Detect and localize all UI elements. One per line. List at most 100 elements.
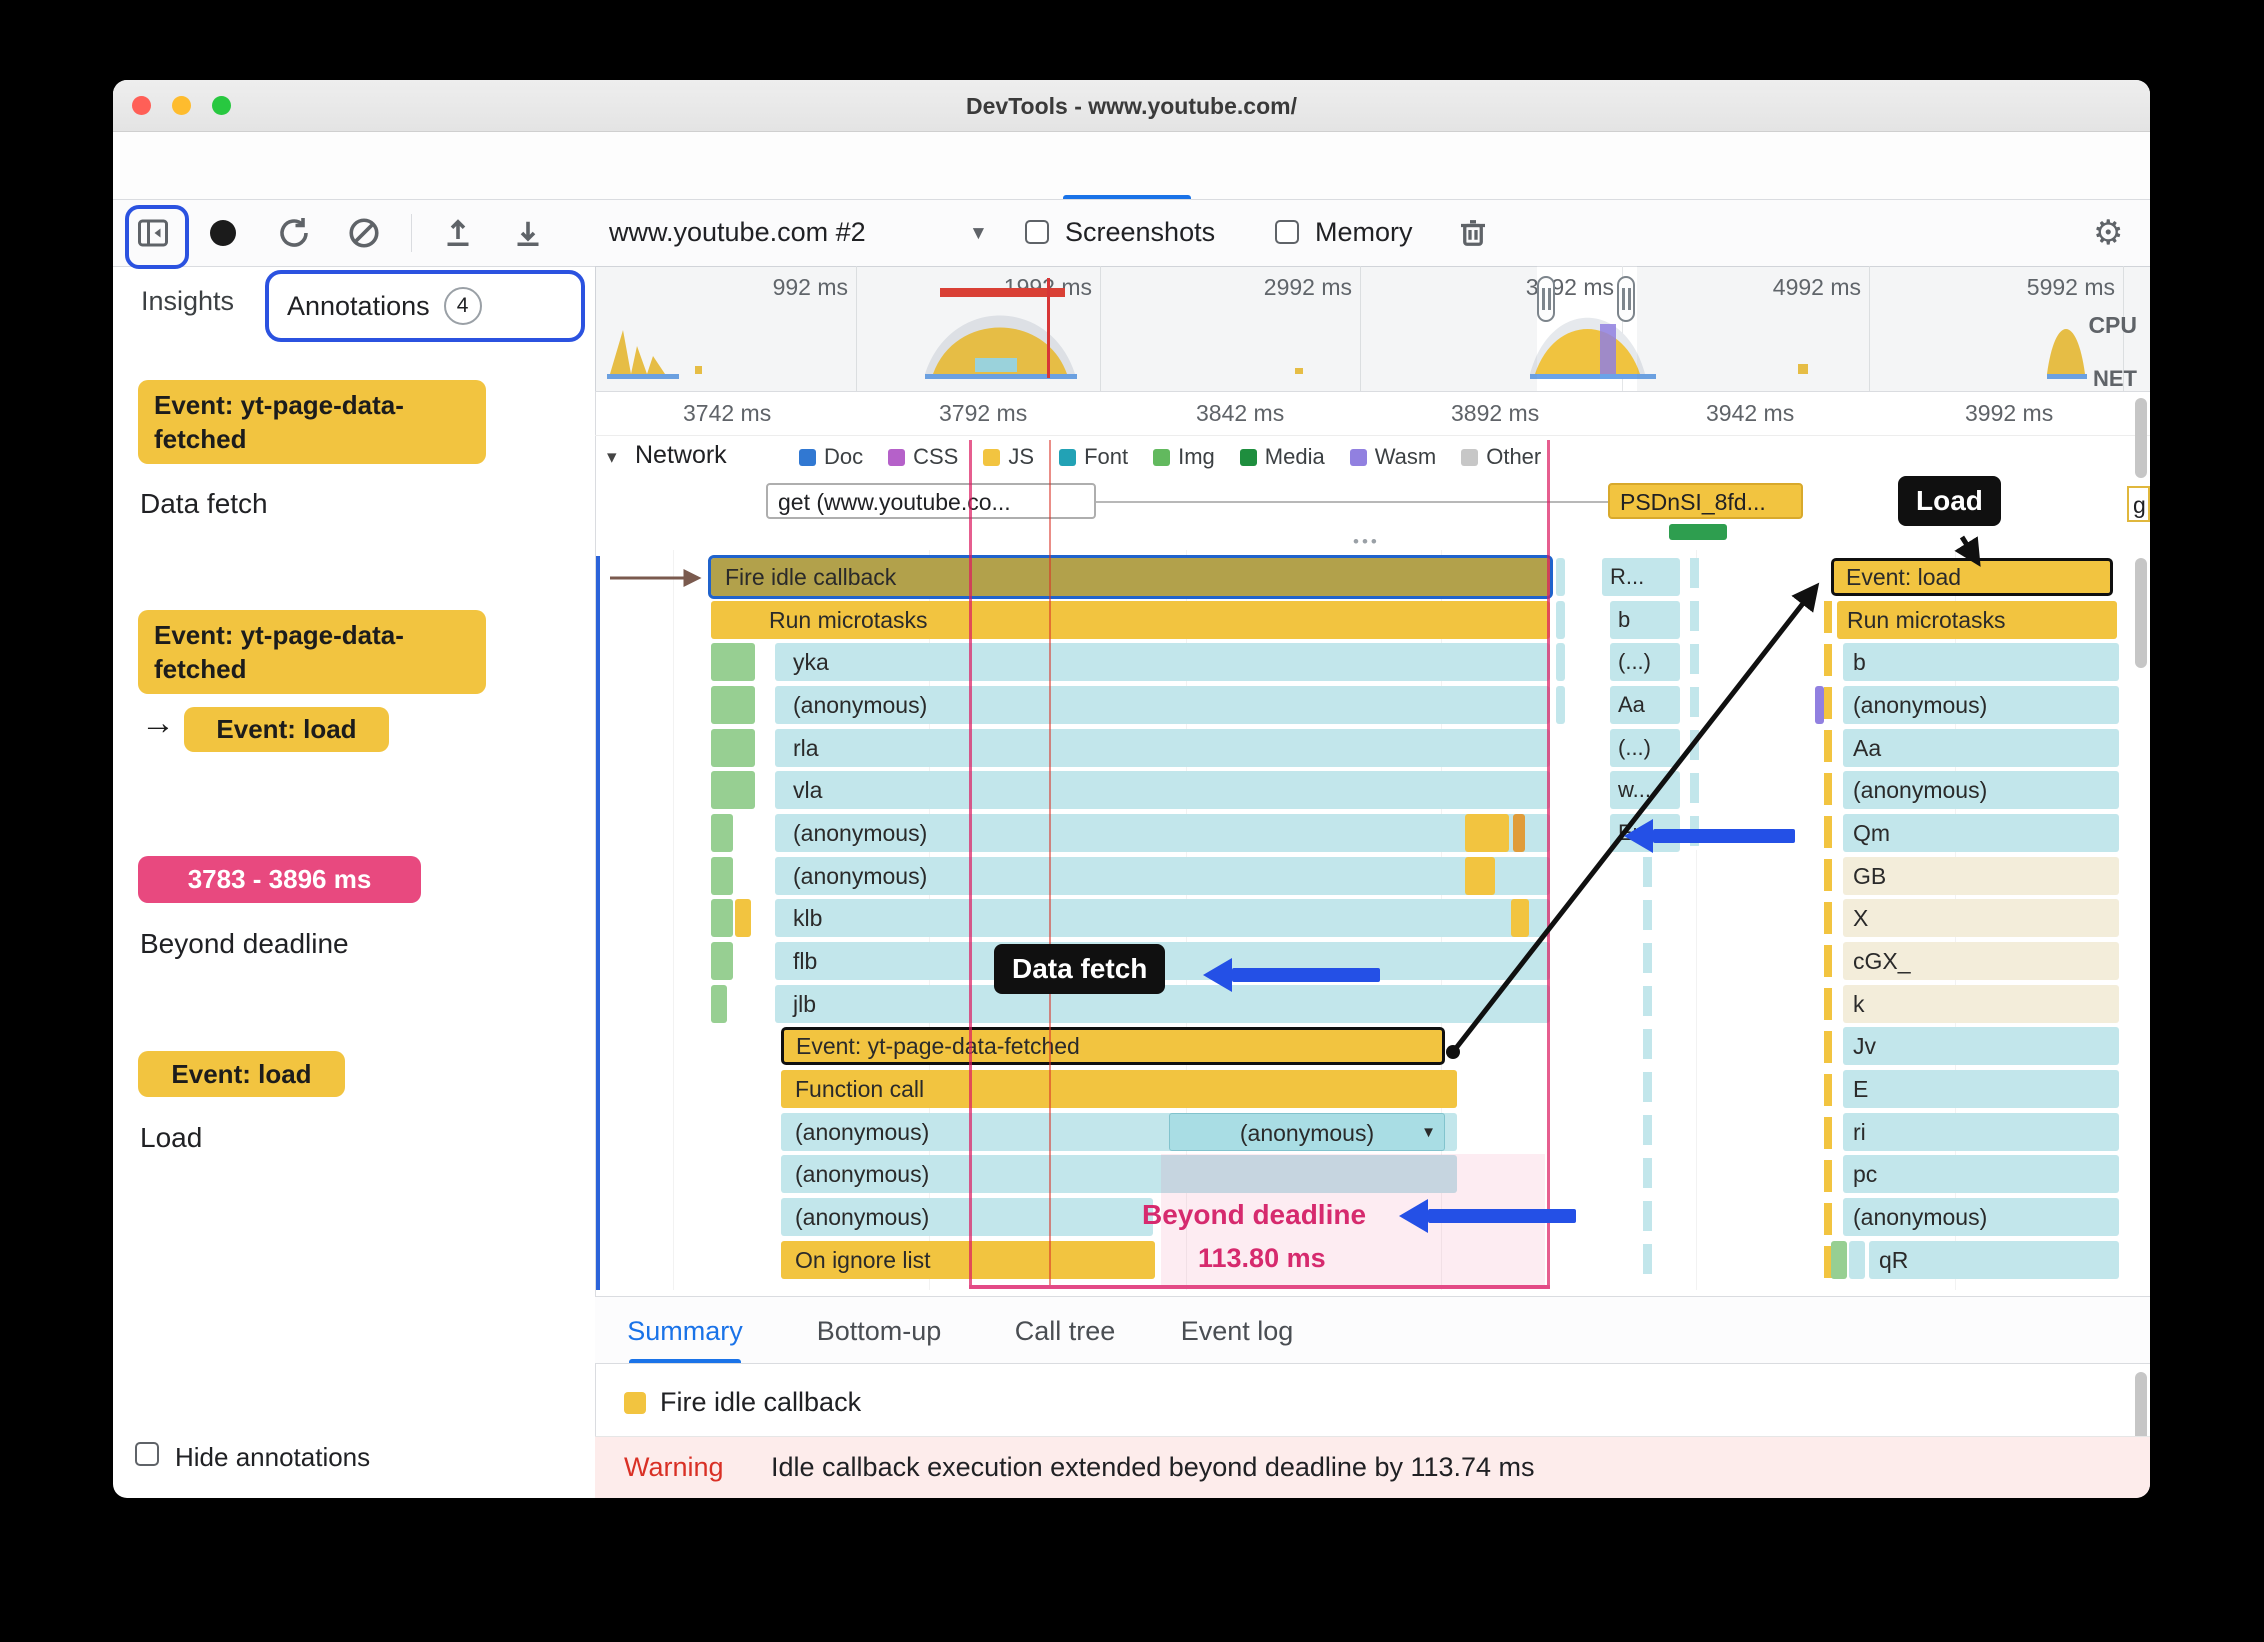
blue-arrow-head-icon [1399, 1199, 1428, 1233]
flame-bar[interactable]: X [1843, 899, 2119, 937]
flame-bar[interactable]: cGX_ [1843, 942, 2119, 980]
flame-bar[interactable]: (anonymous) [775, 686, 1550, 724]
history-select[interactable]: www.youtube.com #2 [609, 217, 866, 248]
hide-annotations-label[interactable]: Hide annotations [175, 1442, 370, 1473]
flame-bar[interactable]: vla [775, 771, 1550, 809]
flame-bar[interactable]: yka [775, 643, 1550, 681]
ruler-bottom-border [595, 435, 2150, 436]
legend-swatch [799, 448, 816, 466]
memory-checkbox-label[interactable]: Memory [1315, 217, 1413, 248]
summary-event-swatch [624, 1392, 646, 1414]
flame-bar[interactable]: (anonymous) [775, 814, 1550, 852]
flame-bar[interactable]: Fire idle callback [708, 555, 1553, 599]
sidebar-tab-annotations[interactable]: Annotations 4 [265, 270, 585, 342]
ruler-tick: 3992 ms [1965, 400, 2054, 426]
flame-bar[interactable]: w... [1610, 771, 1680, 809]
tab-call-tree[interactable]: Call tree [1015, 1316, 1116, 1347]
panel-settings-gear-icon[interactable]: ⚙ [2093, 213, 2123, 253]
flame-bar-annotated-data-fetch[interactable]: Event: yt-page-data-fetched [781, 1027, 1445, 1065]
flame-bar-collapsed[interactable]: (anonymous) ▼ [1169, 1113, 1445, 1151]
flame-bar[interactable]: (anonymous) [1843, 1198, 2119, 1236]
flame-bar[interactable]: Function call [781, 1070, 1457, 1108]
reload-record-icon[interactable] [276, 215, 312, 251]
annotation-pill-data-fetch-event[interactable]: Event: yt-page-data-fetched [138, 380, 486, 464]
flame-sliver [1465, 814, 1509, 852]
beyond-deadline-annotation-text[interactable]: Beyond deadline [1142, 1199, 1366, 1231]
expand-caret-icon[interactable]: ▼ [1421, 1114, 1436, 1150]
net-track-label: NET [2093, 366, 2137, 391]
flame-bar[interactable]: pc [1843, 1155, 2119, 1193]
flame-bar[interactable]: k [1843, 985, 2119, 1023]
flame-bar[interactable]: Run microtasks [1837, 601, 2117, 639]
data-fetch-annotation-label[interactable]: Data fetch [994, 944, 1166, 994]
download-profile-icon[interactable] [510, 215, 546, 251]
upload-profile-icon[interactable] [440, 215, 476, 251]
flame-bar[interactable]: qR [1869, 1241, 2119, 1279]
flame-sliver [1556, 686, 1565, 724]
sidebar-tab-insights[interactable]: Insights [141, 286, 234, 317]
network-disclosure-icon[interactable]: ▾ [607, 446, 617, 469]
clear-icon[interactable] [346, 215, 382, 251]
network-track-title[interactable]: Network [635, 441, 727, 470]
annotation-link-to-pill[interactable]: Event: load [184, 707, 389, 752]
collect-garbage-icon[interactable] [1455, 215, 1491, 251]
flame-sliver [711, 643, 755, 681]
network-request[interactable]: get (www.youtube.co... [766, 483, 1096, 519]
overview-window-handle-left[interactable] [1537, 276, 1555, 322]
scrollbar-thumb[interactable] [2135, 558, 2147, 668]
hide-annotations-checkbox[interactable] [135, 1442, 159, 1466]
flame-bar[interactable]: Qm [1843, 814, 2119, 852]
flame-bar[interactable]: Run microtasks [711, 601, 1550, 639]
flame-bar[interactable]: (...) [1610, 729, 1680, 767]
flame-sliver [711, 942, 733, 980]
annotation-pill-time-range[interactable]: 3783 - 3896 ms [138, 856, 421, 903]
annotation-caption[interactable]: Data fetch [140, 488, 268, 520]
flame-bar-annotated-load[interactable]: Event: load [1831, 558, 2113, 596]
flame-bar[interactable]: (anonymous) [775, 857, 1550, 895]
network-request[interactable]: PSDnSI_8fd... [1608, 483, 1803, 519]
network-legend: Doc CSS JS Font Img Media Wasm Other [799, 444, 1541, 470]
annotation-link-from-pill[interactable]: Event: yt-page-data-fetched [138, 610, 486, 694]
load-annotation-label[interactable]: Load [1898, 476, 2001, 526]
memory-checkbox[interactable] [1275, 220, 1299, 244]
flame-sliver-column [1643, 857, 1652, 1284]
flame-bar[interactable]: E [1843, 1070, 2119, 1108]
flame-bar[interactable]: (anonymous) [781, 1198, 1153, 1236]
flame-bar[interactable]: Aa [1843, 729, 2119, 767]
ruler-tick: 3792 ms [939, 400, 1028, 426]
scrollbar-thumb[interactable] [2135, 1372, 2147, 1442]
flame-bar[interactable]: (anonymous) [1843, 771, 2119, 809]
flame-bar[interactable]: GB [1843, 857, 2119, 895]
flame-bar[interactable]: R... [1602, 558, 1680, 596]
cpu-track-label: CPU [2088, 312, 2137, 338]
flame-bar[interactable]: Aa [1610, 686, 1680, 724]
flame-bar[interactable]: (...) [1610, 643, 1680, 681]
flame-bar[interactable]: b [1610, 601, 1680, 639]
flame-bar[interactable]: ri [1843, 1113, 2119, 1151]
annotation-caption[interactable]: Beyond deadline [140, 928, 349, 960]
legend-swatch [1059, 448, 1077, 466]
history-select-caret-icon[interactable]: ▼ [969, 223, 988, 245]
network-request-clipped[interactable]: g [2127, 486, 2150, 522]
annotation-pill-load-event[interactable]: Event: load [138, 1051, 345, 1097]
flame-sliver [1831, 1241, 1847, 1279]
flame-bar[interactable]: On ignore list [781, 1241, 1155, 1279]
tab-bottom-up[interactable]: Bottom-up [817, 1316, 942, 1347]
overview-window-handle-right[interactable] [1617, 276, 1635, 322]
flame-bar[interactable]: klb [775, 899, 1550, 937]
track-splitter-dots-icon[interactable]: ••• [1353, 532, 1380, 552]
toggle-sidebar-icon[interactable] [135, 215, 171, 251]
tab-summary[interactable]: Summary [627, 1316, 743, 1347]
annotation-caption[interactable]: Load [140, 1122, 202, 1154]
flame-bar[interactable]: rla [775, 729, 1550, 767]
overview-bottom-border [595, 391, 2150, 392]
flame-bar[interactable]: (anonymous) [1843, 686, 2119, 724]
flame-bar[interactable]: b [1843, 643, 2119, 681]
tab-event-log[interactable]: Event log [1181, 1316, 1294, 1347]
screenshots-checkbox[interactable] [1025, 220, 1049, 244]
scrollbar-thumb[interactable] [2135, 398, 2147, 478]
screenshots-label[interactable]: Screenshots [1065, 217, 1215, 248]
record-button[interactable] [210, 220, 236, 246]
flame-bar[interactable]: Jv [1843, 1027, 2119, 1065]
devtools-tabbar: Elements Console Sources Network Perform… [113, 132, 2150, 237]
